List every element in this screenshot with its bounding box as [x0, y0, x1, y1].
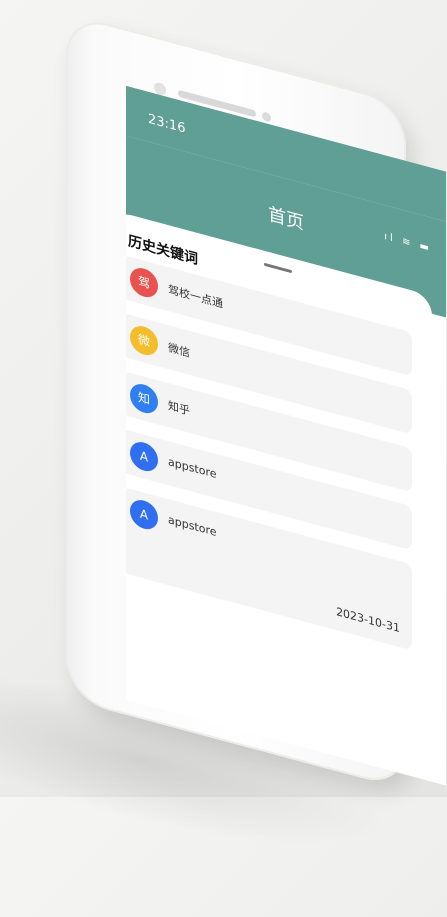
phone-screen: 23:16 首页 ıl ≋ ▬ 历史关键词 驾 驾校一点通 微 微信 知 知乎 … — [126, 85, 446, 786]
app-icon: 知 — [130, 380, 158, 417]
front-camera-icon — [262, 111, 271, 123]
app-icon: 驾 — [130, 264, 158, 301]
history-list: 驾 驾校一点通 微 微信 知 知乎 A appstore A appstore … — [126, 254, 412, 665]
item-label: 知乎 — [168, 399, 190, 418]
status-time: 23:16 — [148, 111, 186, 137]
history-sheet: 历史关键词 驾 驾校一点通 微 微信 知 知乎 A appstore A app… — [126, 210, 432, 766]
item-label: appstore — [168, 455, 217, 482]
appstore-icon: A — [130, 496, 158, 533]
drag-handle[interactable] — [264, 262, 292, 274]
item-label: 微信 — [168, 341, 190, 360]
item-date: 2023-10-31 — [336, 605, 400, 636]
item-label: 驾校一点通 — [168, 283, 223, 311]
item-label: appstore — [168, 513, 217, 540]
app-icon: 微 — [130, 322, 158, 359]
phone-frame: 23:16 首页 ıl ≋ ▬ 历史关键词 驾 驾校一点通 微 微信 知 知乎 … — [66, 12, 446, 790]
device-perspective: 23:16 首页 ıl ≋ ▬ 历史关键词 驾 驾校一点通 微 微信 知 知乎 … — [0, 0, 447, 917]
appstore-icon: A — [130, 438, 158, 475]
